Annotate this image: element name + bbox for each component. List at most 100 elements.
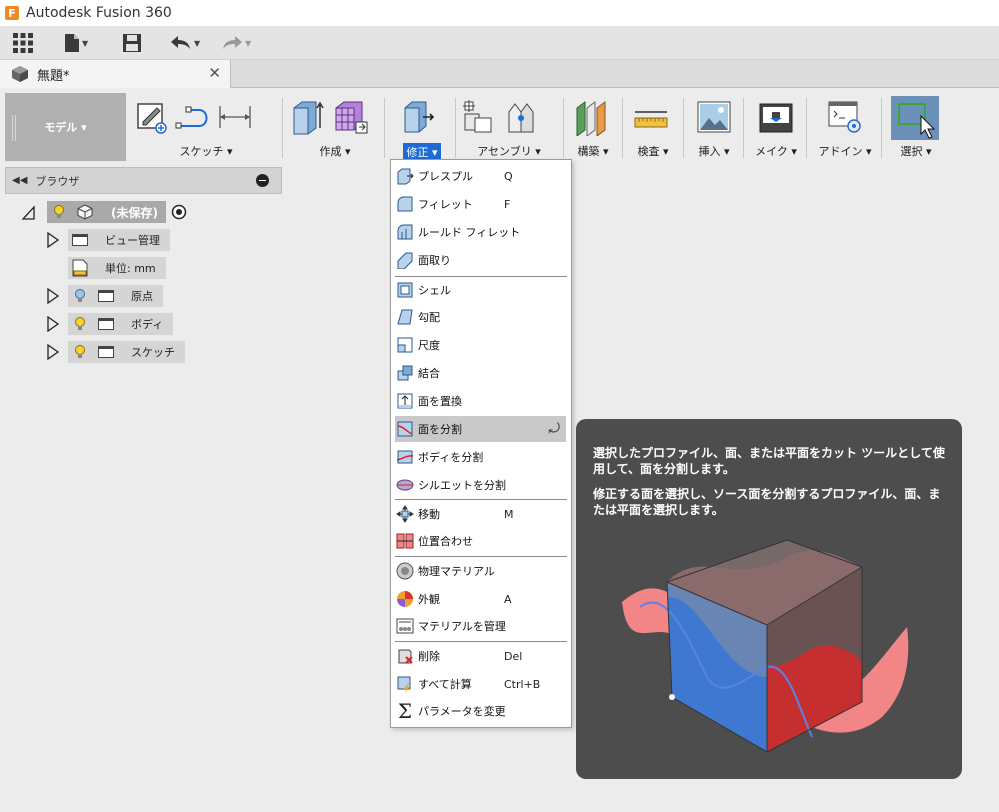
file-menu-button[interactable]: ▼ [64,31,88,55]
repeat-command-icon[interactable]: ⤾ [548,421,560,437]
toolbar-separator [455,98,456,158]
title-bar: F Autodesk Fusion 360 [0,0,999,26]
expand-sketches-icon[interactable] [46,344,60,360]
menu-item-label: シェル [418,284,451,297]
toolbar-separator [282,98,283,158]
toolbar-grip[interactable] [12,115,16,141]
ruled-fillet-icon [397,224,413,240]
menu-item-split-body[interactable]: ボディを分割 [392,444,570,470]
menu-item-combine[interactable]: 結合 [392,360,570,386]
new-component-icon[interactable] [461,98,497,136]
document-tab-name: 無題* [37,68,70,84]
dimension-tool-icon[interactable] [217,98,253,136]
3d-print-icon[interactable] [758,98,794,136]
shortcut-key: Q [504,169,513,183]
toolbar-separator [622,98,623,158]
physical-material-icon [396,562,414,580]
menu-item-press-pull[interactable]: プレスプル Q [392,163,570,189]
browser-title: ブラウザ [35,174,80,188]
undo-button[interactable]: ▼ [170,31,200,55]
offset-plane-icon[interactable] [573,98,609,136]
menu-item-split-face[interactable]: 面を分割 ⤾ [395,416,566,442]
workspace-switcher[interactable]: モデル ▾ [5,93,126,161]
expand-origin-icon[interactable] [46,288,60,304]
close-tab-icon[interactable]: ✕ [208,64,221,82]
data-panel-grid-icon[interactable] [12,31,34,55]
toolbar-separator [563,98,564,158]
line-tool-icon[interactable] [175,98,211,136]
toolbar-separator [683,98,684,158]
browser-node-view[interactable]: ビュー管理 [68,229,170,251]
assembly-group: アセンブリ ▾ [459,93,559,161]
create-group-label[interactable]: 作成 ▾ [290,143,380,159]
joint-icon[interactable] [503,98,539,136]
select-group-label[interactable]: 選択 ▾ [888,143,944,159]
menu-item-change-parameters[interactable]: Σ パラメータを変更 [392,698,570,724]
redo-button[interactable]: ▼ [221,31,251,55]
inspect-group: 検査 ▾ [627,93,679,161]
menu-item-split-silhouette[interactable]: シルエットを分割 [392,472,570,498]
browser-node-units[interactable]: 単位: mm [68,257,166,279]
menu-item-appearance[interactable]: 外観 A [392,586,570,612]
save-button[interactable] [122,31,142,55]
scripts-addins-icon[interactable] [827,98,863,136]
fusion-logo-icon: F [5,6,19,20]
expand-view-icon[interactable] [46,232,60,248]
menu-item-align[interactable]: 位置合わせ [392,528,570,554]
expand-root-icon[interactable] [22,205,36,221]
menu-item-label: ボディを分割 [418,451,484,464]
assembly-group-label[interactable]: アセンブリ ▾ [459,143,559,159]
browser-node-label: 原点 [131,290,153,303]
browser-node-origin[interactable]: 原点 [68,285,163,307]
menu-item-draft[interactable]: 勾配 [392,304,570,330]
browser-node-bodies[interactable]: ボディ [68,313,174,335]
document-tab[interactable]: 無題* ✕ [0,60,231,88]
extrude-icon[interactable] [290,98,326,136]
sketch-group-label[interactable]: スケッチ ▾ [133,143,279,159]
select-icon[interactable] [891,96,939,140]
quick-access-toolbar: ▼ ▼ ▼ [0,26,999,60]
inspect-group-label[interactable]: 検査 ▾ [627,143,679,159]
visibility-bulb-icon[interactable] [74,317,86,331]
expand-bodies-icon[interactable] [46,316,60,332]
insert-group-label[interactable]: 挿入 ▾ [689,143,739,159]
measure-icon[interactable] [633,98,669,136]
scale-icon [397,337,413,353]
menu-item-physical-material[interactable]: 物理マテリアル [392,558,570,584]
menu-item-label: パラメータを変更 [418,705,506,718]
insert-image-icon[interactable] [696,98,732,136]
collapse-browser-icon[interactable]: ◀◀ [12,175,27,186]
menu-item-compute-all[interactable]: すべて計算 Ctrl+B [392,671,570,697]
addins-group: アドイン ▾ [813,93,877,161]
box-grid-icon[interactable] [332,98,368,136]
construct-group-label[interactable]: 構築 ▾ [567,143,619,159]
root-component-node[interactable]: (未保存) [47,201,187,223]
menu-item-ruled-fillet[interactable]: ルールド フィレット [392,219,570,245]
appearance-icon [397,591,413,607]
menu-item-delete[interactable]: 削除 Del [392,643,570,669]
menu-item-label: 位置合わせ [418,535,473,548]
menu-item-manage-materials[interactable]: マテリアルを管理 [392,613,570,639]
menu-item-chamfer[interactable]: 面取り [392,247,570,273]
menu-item-fillet[interactable]: フィレット F [392,191,570,217]
browser-node-sketches[interactable]: スケッチ [68,341,185,363]
sketch-group: スケッチ ▾ [133,93,279,161]
menu-item-move[interactable]: 移動 M [392,501,570,527]
activate-radio-icon[interactable] [171,204,187,220]
addins-group-label[interactable]: アドイン ▾ [813,143,877,159]
visibility-bulb-icon[interactable] [53,205,65,219]
menu-separator [395,641,567,642]
visibility-bulb-icon[interactable] [74,345,86,359]
menu-item-scale[interactable]: 尺度 [392,332,570,358]
minimize-browser-icon[interactable] [256,174,269,187]
create-sketch-icon[interactable] [133,98,169,136]
shortcut-key: F [504,197,511,211]
make-group-label[interactable]: メイク ▾ [750,143,802,159]
redo-icon [223,36,242,49]
hidden-bulb-icon[interactable] [74,289,86,303]
document-cube-icon [12,66,28,82]
menu-item-replace-face[interactable]: 面を置換 [392,388,570,414]
press-pull-icon[interactable] [399,98,435,136]
create-group: 作成 ▾ [290,93,380,161]
menu-item-shell[interactable]: シェル [392,277,570,303]
